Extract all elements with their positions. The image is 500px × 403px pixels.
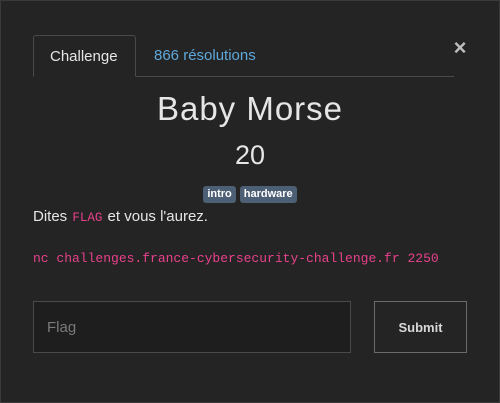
challenge-modal: × Challenge 866 résolutions Baby Morse 2… — [0, 0, 500, 403]
description-code: FLAG — [72, 211, 103, 225]
tag-list: intro hardware — [1, 186, 499, 203]
tab-solves[interactable]: 866 résolutions — [138, 35, 272, 76]
tag-hardware: hardware — [239, 186, 297, 203]
description-text-after: et vous l'aurez. — [107, 208, 208, 225]
challenge-points: 20 — [234, 140, 266, 170]
modal-tabs: Challenge 866 résolutions — [33, 35, 454, 77]
challenge-description: Dites FLAG et vous l'aurez. — [33, 208, 208, 225]
flag-input[interactable] — [33, 301, 351, 353]
tab-challenge[interactable]: Challenge — [33, 35, 136, 77]
challenge-title: Baby Morse — [156, 90, 344, 127]
tag-intro: intro — [203, 186, 236, 203]
connection-command: nc challenges.france-cybersecurity-chall… — [33, 251, 439, 266]
submit-button[interactable]: Submit — [374, 301, 467, 353]
description-text-before: Dites — [33, 208, 68, 225]
